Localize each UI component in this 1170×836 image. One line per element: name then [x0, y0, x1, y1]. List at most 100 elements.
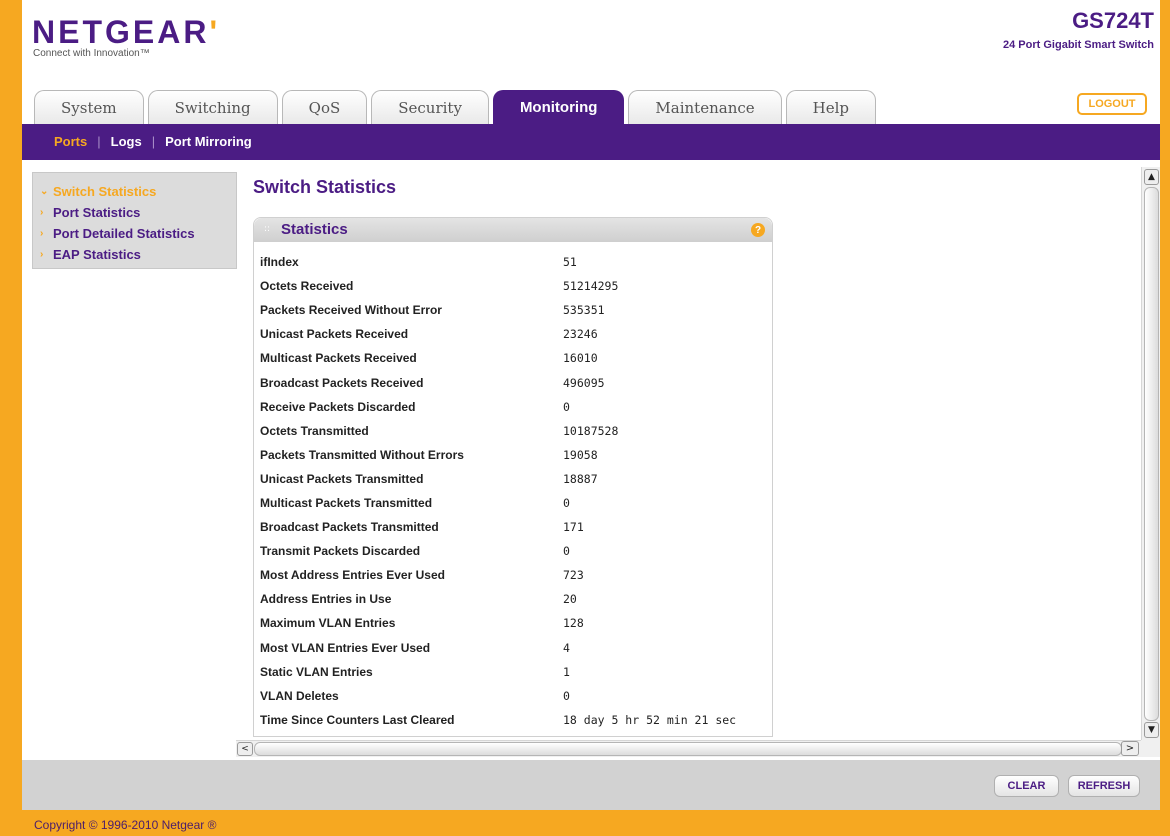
row-value: 20 — [563, 592, 577, 607]
table-row: Maximum VLAN Entries 128 — [260, 611, 736, 635]
table-row: Multicast Packets Received 16010 — [260, 346, 736, 370]
row-value: 19058 — [563, 447, 598, 462]
table-row: Receive Packets Discarded 0 — [260, 395, 736, 419]
table-row: Octets Received 51214295 — [260, 274, 736, 298]
vertical-scroll-thumb[interactable] — [1144, 187, 1159, 721]
table-row: Broadcast Packets Received 496095 — [260, 370, 736, 394]
left-sidebar: ⌄ Switch Statistics › Port Statistics › … — [32, 172, 237, 269]
tab-security[interactable]: Security — [371, 90, 489, 124]
row-label: Octets Transmitted — [260, 423, 369, 438]
tab-qos[interactable]: QoS — [281, 90, 368, 124]
chevron-down-icon: ⌄ — [40, 186, 49, 197]
clear-button[interactable]: CLEAR — [994, 775, 1059, 797]
horizontal-scroll-thumb[interactable] — [254, 742, 1122, 756]
row-label: Unicast Packets Received — [260, 327, 409, 342]
sidebar-item-eap-statistics[interactable]: › EAP Statistics — [33, 244, 236, 265]
help-icon[interactable]: ? — [751, 223, 765, 237]
panel-title: Statistics — [281, 221, 348, 238]
table-row: ifIndex 51 — [260, 250, 736, 274]
sidebar-item-label: Switch Statistics — [53, 184, 157, 199]
row-value: 0 — [563, 544, 570, 559]
row-value: 171 — [563, 520, 584, 535]
tab-monitoring[interactable]: Monitoring — [492, 90, 625, 124]
vertical-scrollbar[interactable]: ▲ ▼ — [1141, 167, 1160, 740]
subnav-item-ports[interactable]: Ports — [54, 134, 87, 149]
subnav-item-port-mirroring[interactable]: Port Mirroring — [165, 134, 252, 149]
row-label: Static VLAN Entries — [260, 664, 373, 679]
statistics-panel: :: Statistics ? ifIndex 51 Octets Receive… — [253, 217, 773, 737]
refresh-button[interactable]: REFRESH — [1068, 775, 1140, 797]
table-row: Unicast Packets Received 23246 — [260, 322, 736, 346]
row-label: Multicast Packets Received — [260, 351, 417, 366]
row-label: Octets Received — [260, 279, 354, 294]
row-label: Packets Transmitted Without Errors — [260, 447, 464, 462]
row-value: 535351 — [563, 303, 605, 318]
scroll-up-icon[interactable]: ▲ — [1144, 169, 1159, 185]
device-model-subtitle: 24 Port Gigabit Smart Switch — [1003, 39, 1154, 51]
row-label: Most VLAN Entries Ever Used — [260, 640, 431, 655]
row-value: 51214295 — [563, 279, 619, 294]
row-value: 16010 — [563, 351, 598, 366]
table-row: Address Entries in Use 20 — [260, 587, 736, 611]
row-label: Receive Packets Discarded — [260, 399, 416, 414]
grip-icon: :: — [264, 224, 271, 234]
row-label: Unicast Packets Transmitted — [260, 471, 424, 486]
row-value: 1 — [563, 664, 570, 679]
tab-switching[interactable]: Switching — [147, 90, 278, 124]
scroll-right-icon[interactable]: > — [1121, 741, 1139, 756]
table-row: Static VLAN Entries 1 — [260, 660, 736, 684]
row-value: 723 — [563, 568, 584, 583]
row-value: 18887 — [563, 471, 598, 486]
row-value: 0 — [563, 495, 570, 510]
tab-help[interactable]: Help — [785, 90, 876, 124]
table-row: Multicast Packets Transmitted 0 — [260, 491, 736, 515]
frame-left-border — [0, 0, 22, 836]
row-label: Broadcast Packets Received — [260, 375, 424, 390]
table-row: Packets Transmitted Without Errors 19058 — [260, 443, 736, 467]
sidebar-item-switch-statistics[interactable]: ⌄ Switch Statistics — [33, 181, 236, 202]
table-row: Most Address Entries Ever Used 723 — [260, 563, 736, 587]
table-row: Broadcast Packets Transmitted 171 — [260, 515, 736, 539]
subnav-item-logs[interactable]: Logs — [111, 134, 142, 149]
row-value: 4 — [563, 640, 570, 655]
row-label: Multicast Packets Transmitted — [260, 495, 433, 510]
logout-button[interactable]: LOGOUT — [1077, 93, 1147, 115]
netgear-logo: NETGEAR' — [32, 14, 220, 51]
scroll-down-icon[interactable]: ▼ — [1144, 722, 1159, 738]
sidebar-item-label: EAP Statistics — [53, 247, 141, 262]
scroll-left-icon[interactable]: < — [237, 742, 253, 756]
table-row: Packets Received Without Error 535351 — [260, 298, 736, 322]
frame-right-border — [1160, 0, 1170, 836]
row-label: Time Since Counters Last Cleared — [260, 712, 455, 727]
row-value: 10187528 — [563, 423, 619, 438]
table-row: Unicast Packets Transmitted 18887 — [260, 467, 736, 491]
row-label: Transmit Packets Discarded — [260, 544, 421, 559]
main-tabs: System Switching QoS Security Monitoring… — [34, 90, 876, 124]
sidebar-item-port-detailed-statistics[interactable]: › Port Detailed Statistics — [33, 223, 236, 244]
sidebar-item-port-statistics[interactable]: › Port Statistics — [33, 202, 236, 223]
panel-header: :: Statistics ? — [254, 218, 772, 242]
subnav-separator: | — [151, 134, 156, 149]
logo-text: NETGEAR — [32, 14, 210, 50]
chevron-right-icon: › — [40, 228, 44, 239]
subnav-menu: Ports | Logs | Port Mirroring — [54, 134, 252, 149]
table-row: Transmit Packets Discarded 0 — [260, 539, 736, 563]
chevron-right-icon: › — [40, 249, 44, 260]
row-label: ifIndex — [260, 255, 299, 270]
row-value: 51 — [563, 255, 577, 270]
row-value: 18 day 5 hr 52 min 21 sec — [563, 712, 737, 727]
horizontal-scrollbar[interactable]: < — [236, 740, 1141, 757]
chevron-right-icon: › — [40, 207, 44, 218]
row-label: Broadcast Packets Transmitted — [260, 520, 439, 535]
row-label: Packets Received Without Error — [260, 303, 442, 318]
tab-maintenance[interactable]: Maintenance — [628, 90, 782, 124]
row-label: Maximum VLAN Entries — [260, 616, 396, 631]
table-row: Octets Transmitted 10187528 — [260, 419, 736, 443]
page-title: Switch Statistics — [253, 177, 397, 197]
subnav-separator: | — [97, 134, 101, 149]
row-label: Most Address Entries Ever Used — [260, 568, 445, 583]
row-label: Address Entries in Use — [260, 592, 392, 607]
row-value: 0 — [563, 399, 570, 414]
tab-system[interactable]: System — [34, 90, 144, 124]
sidebar-item-label: Port Detailed Statistics — [53, 226, 195, 241]
